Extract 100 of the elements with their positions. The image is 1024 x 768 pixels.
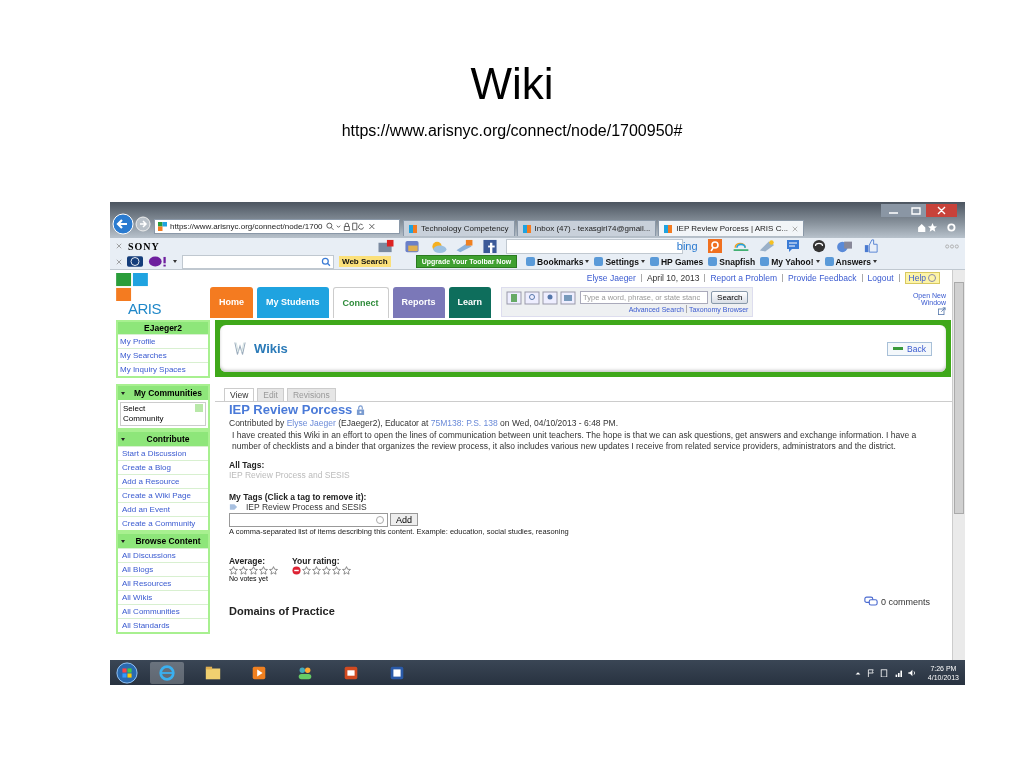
content-tab[interactable]: View <box>224 388 255 401</box>
add-button[interactable]: Add <box>390 513 418 526</box>
star-icon[interactable] <box>332 566 341 575</box>
header-link[interactable]: Provide Feedback <box>788 273 857 283</box>
sidebar-link[interactable]: My Profile <box>118 334 208 348</box>
byline-link[interactable]: 75M138: P.S. 138 <box>430 418 498 428</box>
sidebar-link[interactable]: All Standards <box>118 618 208 632</box>
user-name: EJaeger2 <box>118 322 208 334</box>
sidebar-link[interactable]: Add an Event <box>118 502 208 516</box>
web-search-button[interactable]: Web Search <box>339 256 391 267</box>
browser-icon[interactable] <box>150 661 184 684</box>
browser-tab[interactable]: IEP Review Porcess | ARIS C... <box>658 220 805 236</box>
sidebar-link[interactable]: All Resources <box>118 576 208 590</box>
collapse-icon[interactable] <box>121 391 125 395</box>
sidebar-link[interactable]: All Blogs <box>118 562 208 576</box>
home-star-gear-icon[interactable] <box>917 223 957 232</box>
tag-input-field[interactable] <box>229 513 388 527</box>
address-text: https://www.arisnyc.org/connect/node/1700 <box>170 222 323 231</box>
toolbar-link[interactable]: Bookmarks <box>537 256 584 267</box>
page-icon <box>664 224 673 233</box>
toolbar-item-icon <box>824 257 834 266</box>
toolbar-link[interactable]: Snapfish <box>719 256 756 267</box>
tray-icons[interactable] <box>853 668 918 677</box>
sidebar-link[interactable]: My Inquiry Spaces <box>118 362 208 376</box>
sidebar-link[interactable]: Start a Discussion <box>118 446 208 460</box>
toolbar-item-icon <box>594 257 604 266</box>
collapse-icon[interactable] <box>121 539 125 543</box>
toolbar-search-field[interactable] <box>182 254 334 269</box>
comments-count[interactable]: 0 comments <box>880 596 930 607</box>
video-icon[interactable] <box>835 239 854 253</box>
close-icon[interactable] <box>116 243 122 249</box>
tag-link[interactable]: IEP Review Process and SESIS <box>246 502 367 512</box>
star-icon <box>229 566 238 575</box>
sidebar-link[interactable]: All Communities <box>118 604 208 618</box>
back-icon[interactable] <box>112 213 134 235</box>
my-tags-label: My Tags (Click a tag to remove it): <box>229 492 368 502</box>
start-button-icon[interactable] <box>116 661 138 684</box>
wiki-icon <box>234 341 246 356</box>
nav-tab[interactable]: Connect <box>332 287 389 318</box>
caret-icon[interactable] <box>873 260 878 263</box>
address-tools-icon[interactable] <box>325 222 376 231</box>
site-logo[interactable]: ARIS <box>116 300 210 317</box>
caret-icon[interactable] <box>173 260 177 263</box>
page-icon <box>522 224 531 233</box>
search-icon[interactable] <box>705 239 724 253</box>
help-button[interactable]: Help <box>904 272 940 284</box>
header-link[interactable]: Elyse Jaeger <box>586 273 636 283</box>
nav-tab[interactable]: Learn <box>448 287 492 318</box>
sidebar-section-header[interactable]: Browse Content <box>118 534 208 548</box>
new-window-icon[interactable] <box>938 307 946 315</box>
star-icon[interactable] <box>322 566 331 575</box>
header-link[interactable]: Report a Problem <box>710 273 777 283</box>
star-icon <box>239 566 248 575</box>
scroll-thumb[interactable] <box>954 282 964 514</box>
sidebar-link[interactable]: Create a Blog <box>118 460 208 474</box>
toolbar-item-icon <box>526 257 536 266</box>
sidebar-section-header[interactable]: Contribute <box>118 432 208 446</box>
address-bar[interactable]: https://www.arisnyc.org/connect/node/1700 <box>154 219 400 234</box>
search-button[interactable]: Search <box>711 291 749 304</box>
star-icon[interactable] <box>302 566 311 575</box>
caret-icon[interactable] <box>815 260 820 263</box>
search-engine-logo: bing <box>676 240 698 252</box>
star-icon[interactable] <box>312 566 321 575</box>
toolbar-link[interactable]: My Yahoo! <box>771 256 814 267</box>
sidebar-link[interactable]: Create a Community <box>118 516 208 530</box>
sidebar-link[interactable]: My Searches <box>118 348 208 362</box>
hp-icon[interactable] <box>127 256 143 267</box>
sidebar-link[interactable]: All Discussions <box>118 548 208 562</box>
close-icon[interactable] <box>116 258 122 265</box>
caret-icon[interactable] <box>640 260 645 263</box>
wiki-title: IEP Review Porcess <box>229 402 353 417</box>
comments-icon[interactable] <box>863 596 878 607</box>
average-label: Average: <box>229 556 267 566</box>
nav-tab[interactable]: Reports <box>392 287 445 318</box>
browser-tab[interactable]: Inbox (47) - texasgirl74@gmail... <box>516 220 657 236</box>
window-controls-icon[interactable] <box>881 204 957 217</box>
search-icon[interactable] <box>321 256 333 267</box>
sidebar-section-header[interactable]: My Communities <box>118 386 208 400</box>
sidebar-link[interactable]: All Wikis <box>118 590 208 604</box>
browser-tab[interactable]: Technology Competency <box>403 220 515 236</box>
search-type-icons[interactable] <box>506 291 577 305</box>
forward-icon[interactable] <box>135 216 151 232</box>
header-link[interactable]: Logout <box>867 273 894 283</box>
slide-subtitle: https://www.arisnyc.org/connect/node/1700950# <box>340 122 684 140</box>
toolbar-link[interactable]: Answers <box>835 256 872 267</box>
star-icon <box>249 566 258 575</box>
yahoo-icon[interactable] <box>148 256 168 267</box>
community-select[interactable]: Select Community <box>120 402 206 426</box>
sidebar-link[interactable]: Create a Wiki Page <box>118 488 208 502</box>
toolbar-link[interactable]: HP Games <box>660 256 704 267</box>
sidebar-link[interactable]: Add a Resource <box>118 474 208 488</box>
collapse-icon[interactable] <box>121 437 125 441</box>
scrollbar[interactable] <box>952 270 965 660</box>
toolbar-link[interactable]: Settings <box>605 256 639 267</box>
caret-icon[interactable] <box>585 260 590 263</box>
byline-link[interactable]: Elyse Jaeger <box>286 418 336 428</box>
tag-icon <box>229 503 238 511</box>
star-icon[interactable] <box>342 566 351 575</box>
clear-rating-icon[interactable] <box>292 566 301 575</box>
back-button[interactable]: Back <box>887 341 932 356</box>
